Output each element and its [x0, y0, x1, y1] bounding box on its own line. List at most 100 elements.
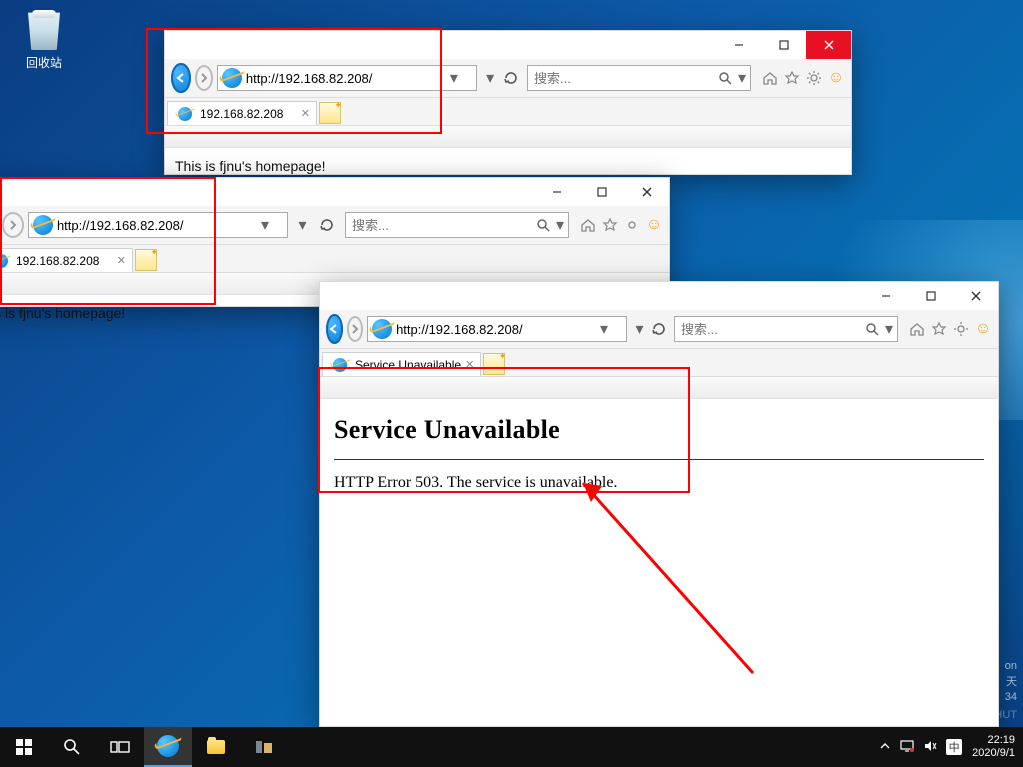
tray-ime-icon[interactable]: 中: [946, 739, 962, 755]
watermark-text: CSDN @NOWSHUT: [915, 708, 1017, 723]
gear-icon[interactable]: [805, 69, 823, 87]
refresh-button[interactable]: [317, 213, 337, 237]
close-button[interactable]: [953, 282, 998, 310]
ie-icon: [178, 107, 192, 121]
taskbar[interactable]: 中 22:19 2020/9/1: [0, 727, 1023, 767]
star-icon[interactable]: [601, 216, 619, 234]
taskbar-ie-button[interactable]: [144, 727, 192, 767]
maximize-button[interactable]: [908, 282, 953, 310]
star-icon[interactable]: [930, 320, 948, 338]
tray-date: 2020/9/1: [972, 747, 1015, 760]
annotation-arrow: [558, 458, 778, 688]
close-button[interactable]: [806, 31, 851, 59]
forward-button[interactable]: [2, 212, 24, 238]
smile-icon[interactable]: ☺: [827, 69, 845, 87]
forward-button[interactable]: [195, 65, 213, 91]
address-bar[interactable]: ▾: [367, 316, 627, 342]
minimize-button[interactable]: [534, 178, 579, 206]
tab-title: Service Unavailable: [355, 358, 461, 372]
search-dropdown[interactable]: ▾: [881, 319, 897, 339]
search-input[interactable]: [346, 218, 534, 233]
gear-icon[interactable]: [952, 320, 970, 338]
new-tab-button[interactable]: [319, 102, 341, 124]
search-icon[interactable]: [716, 69, 734, 87]
close-tab-button[interactable]: ✕: [301, 107, 310, 120]
refresh-button[interactable]: [503, 66, 519, 90]
tab[interactable]: 192.168.82.208 ✕: [0, 248, 133, 272]
tab-title: 192.168.82.208: [200, 107, 283, 121]
gear-icon[interactable]: [623, 216, 641, 234]
titlebar[interactable]: [0, 178, 669, 206]
close-tab-button[interactable]: ✕: [117, 254, 126, 267]
recycle-bin[interactable]: 回收站: [16, 6, 72, 71]
minimize-button[interactable]: [863, 282, 908, 310]
tray-volume-icon[interactable]: [924, 740, 936, 755]
tray-network-icon[interactable]: [900, 740, 914, 755]
start-button[interactable]: [0, 727, 48, 767]
search-box[interactable]: ▾: [527, 65, 751, 91]
address-input[interactable]: [246, 67, 446, 89]
search-dropdown[interactable]: ▾: [734, 68, 750, 88]
refresh-button[interactable]: [652, 317, 666, 341]
forward-button[interactable]: [347, 316, 363, 342]
smile-icon[interactable]: ☺: [974, 320, 992, 338]
nav-row: ▾ ▾ ▾ ☺: [165, 59, 851, 98]
address-dropdown[interactable]: ▾: [446, 68, 462, 88]
close-tab-button[interactable]: ✕: [465, 358, 474, 371]
address-input[interactable]: [57, 214, 257, 236]
smile-icon[interactable]: ☺: [645, 216, 663, 234]
search-icon[interactable]: [534, 216, 552, 234]
system-tray[interactable]: 中 22:19 2020/9/1: [880, 734, 1023, 760]
titlebar[interactable]: [320, 282, 998, 310]
taskbar-server-manager-button[interactable]: [240, 727, 288, 767]
home-icon[interactable]: [761, 69, 779, 87]
task-view-icon[interactable]: [96, 727, 144, 767]
recycle-bin-icon: [24, 6, 64, 50]
content-strip: [320, 377, 998, 399]
tray-clock[interactable]: 22:19 2020/9/1: [972, 734, 1015, 760]
address-input[interactable]: [396, 318, 596, 340]
star-icon[interactable]: [783, 69, 801, 87]
page-text: This is fjnu's homepage!: [175, 158, 326, 174]
search-input[interactable]: [675, 322, 863, 337]
search-box[interactable]: ▾: [345, 212, 569, 238]
maximize-button[interactable]: [761, 31, 806, 59]
history-dropdown[interactable]: ▾: [635, 319, 644, 339]
address-dropdown[interactable]: ▾: [596, 319, 612, 339]
search-dropdown[interactable]: ▾: [552, 215, 568, 235]
back-button[interactable]: [326, 314, 343, 344]
tray-chevron-up-icon[interactable]: [880, 741, 890, 754]
tab-row: 192.168.82.208 ✕: [0, 245, 669, 273]
address-bar[interactable]: ▾: [28, 212, 288, 238]
new-tab-button[interactable]: [135, 249, 157, 271]
toolbar-right-icons: ☺: [579, 216, 663, 234]
back-button[interactable]: [171, 63, 191, 93]
history-dropdown[interactable]: ▾: [485, 68, 495, 88]
tray-time: 22:19: [972, 734, 1015, 747]
minimize-button[interactable]: [716, 31, 761, 59]
toolbar-right-icons: ☺: [761, 69, 845, 87]
watermark: on 天 34 CSDN @NOWSHUT: [915, 659, 1017, 723]
home-icon[interactable]: [579, 216, 597, 234]
titlebar[interactable]: [165, 31, 851, 59]
home-icon[interactable]: [908, 320, 926, 338]
search-input[interactable]: [528, 71, 716, 86]
search-icon[interactable]: [48, 727, 96, 767]
ie-window-1[interactable]: ▾ ▾ ▾ ☺ 192.168.82.208 ✕ This is fjnu's …: [164, 30, 852, 175]
page-text: is is fjnu's homepage!: [0, 305, 125, 321]
search-icon[interactable]: [863, 320, 881, 338]
history-dropdown[interactable]: ▾: [296, 215, 309, 235]
search-box[interactable]: ▾: [674, 316, 898, 342]
error-heading: Service Unavailable: [334, 409, 984, 455]
tab-title: 192.168.82.208: [16, 254, 99, 268]
tab[interactable]: Service Unavailable ✕: [322, 352, 481, 376]
ie-icon: [333, 358, 347, 372]
taskbar-explorer-button[interactable]: [192, 727, 240, 767]
address-bar[interactable]: ▾: [217, 65, 477, 91]
close-button[interactable]: [624, 178, 669, 206]
maximize-button[interactable]: [579, 178, 624, 206]
address-dropdown[interactable]: ▾: [257, 215, 273, 235]
ie-icon: [33, 215, 53, 235]
new-tab-button[interactable]: [483, 353, 505, 375]
tab[interactable]: 192.168.82.208 ✕: [167, 101, 317, 125]
